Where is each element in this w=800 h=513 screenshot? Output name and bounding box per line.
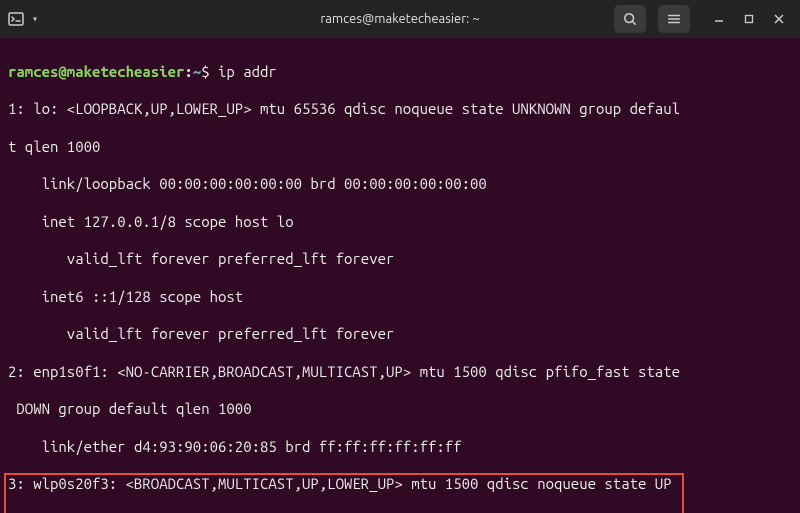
output-line: 1: lo: <LOOPBACK,UP,LOWER_UP> mtu 65536 … bbox=[8, 100, 792, 119]
terminal-icon[interactable] bbox=[8, 11, 24, 27]
terminal-area[interactable]: ramces@maketecheasier:~$ ip addr 1: lo: … bbox=[0, 38, 800, 513]
search-button[interactable] bbox=[614, 5, 646, 33]
titlebar-right bbox=[614, 5, 792, 33]
window-title: ramces@maketecheasier: ~ bbox=[320, 12, 479, 26]
dropdown-icon[interactable]: ▾ bbox=[32, 13, 38, 25]
prompt-user-host: ramces@maketecheasier bbox=[8, 63, 184, 80]
prompt-separator: : bbox=[184, 63, 192, 80]
output-line: inet 127.0.0.1/8 scope host lo bbox=[8, 213, 792, 232]
titlebar-left: ▾ bbox=[8, 11, 38, 27]
command-text: ip addr bbox=[218, 63, 277, 80]
titlebar: ▾ ramces@maketecheasier: ~ bbox=[0, 0, 800, 38]
output-line: t qlen 1000 bbox=[8, 138, 792, 157]
close-button[interactable] bbox=[766, 6, 792, 32]
prompt-dollar: $ bbox=[201, 63, 209, 80]
maximize-button[interactable] bbox=[736, 6, 762, 32]
minimize-button[interactable] bbox=[706, 6, 732, 32]
output-line: valid_lft forever preferred_lft forever bbox=[8, 325, 792, 344]
output-line: link/ether d4:93:90:06:20:85 brd ff:ff:f… bbox=[8, 438, 792, 457]
output-line: link/loopback 00:00:00:00:00:00 brd 00:0… bbox=[8, 175, 792, 194]
output-line: 3: wlp0s20f3: <BROADCAST,MULTICAST,UP,LO… bbox=[8, 475, 680, 494]
output-line: valid_lft forever preferred_lft forever bbox=[8, 250, 792, 269]
menu-button[interactable] bbox=[658, 5, 690, 33]
highlighted-interface: 3: wlp0s20f3: <BROADCAST,MULTICAST,UP,LO… bbox=[4, 473, 684, 513]
output-line: 2: enp1s0f1: <NO-CARRIER,BROADCAST,MULTI… bbox=[8, 363, 792, 382]
prompt-line: ramces@maketecheasier:~$ ip addr bbox=[8, 63, 792, 82]
output-line: DOWN group default qlen 1000 bbox=[8, 400, 792, 419]
prompt-path: ~ bbox=[193, 63, 201, 80]
output-line: inet6 ::1/128 scope host bbox=[8, 288, 792, 307]
